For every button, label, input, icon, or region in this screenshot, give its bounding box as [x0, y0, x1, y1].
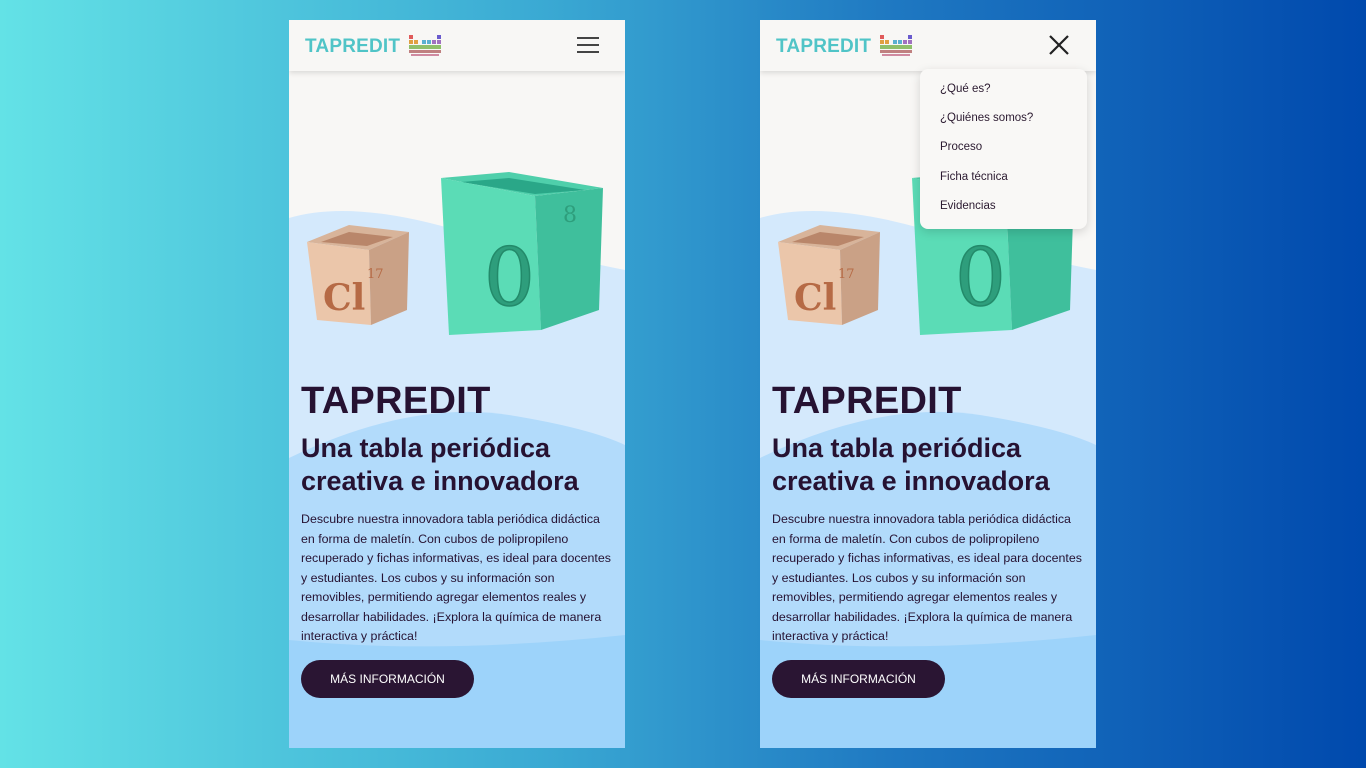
more-info-button[interactable]: MÁS INFORMACIÓN	[772, 660, 945, 698]
hamburger-icon[interactable]	[577, 35, 601, 55]
menu-item-quienes-somos[interactable]: ¿Quiénes somos?	[940, 112, 1033, 124]
menu-item-proceso[interactable]: Proceso	[940, 141, 982, 153]
more-info-button[interactable]: MÁS INFORMACIÓN	[301, 660, 474, 698]
hero-cubes-image: Cl 17 0 8	[289, 170, 625, 345]
brand-name[interactable]: TAPREDIT	[305, 36, 400, 58]
hero-subtitle: Una tabla periódica creativa e innovador…	[301, 433, 579, 496]
brand-name[interactable]: TAPREDIT	[776, 36, 871, 58]
svg-text:17: 17	[838, 267, 855, 282]
periodic-table-logo-icon	[409, 33, 441, 57]
mobile-view-menu-open: TAPREDIT Cl 17 0 ¿Qué es? ¿Quiénes somos…	[760, 20, 1096, 748]
hero-description: Descubre nuestra innovadora tabla periód…	[301, 512, 611, 643]
hero-title: TAPREDIT	[301, 380, 491, 422]
menu-item-ficha-tecnica[interactable]: Ficha técnica	[940, 171, 1008, 183]
navbar: TAPREDIT	[289, 20, 625, 71]
close-icon[interactable]	[1046, 32, 1072, 58]
menu-item-que-es[interactable]: ¿Qué es?	[940, 83, 991, 95]
svg-text:17: 17	[367, 267, 384, 282]
nav-dropdown-menu: ¿Qué es? ¿Quiénes somos? Proceso Ficha t…	[920, 69, 1087, 229]
svg-text:Cl: Cl	[794, 277, 836, 319]
menu-item-evidencias[interactable]: Evidencias	[940, 200, 996, 212]
hero-subtitle: Una tabla periódica creativa e innovador…	[772, 433, 1050, 496]
svg-text:0: 0	[955, 231, 1006, 324]
periodic-table-logo-icon	[880, 33, 912, 57]
hero-description: Descubre nuestra innovadora tabla periód…	[772, 512, 1082, 643]
hero-title: TAPREDIT	[772, 380, 962, 422]
navbar: TAPREDIT	[760, 20, 1096, 71]
svg-text:0: 0	[484, 231, 535, 324]
svg-text:8: 8	[563, 203, 577, 228]
mobile-view-menu-closed: TAPREDIT Cl 17 0 8 TAPREDIT Una tabla pe…	[289, 20, 625, 748]
cube-cl-symbol: Cl	[323, 277, 365, 319]
